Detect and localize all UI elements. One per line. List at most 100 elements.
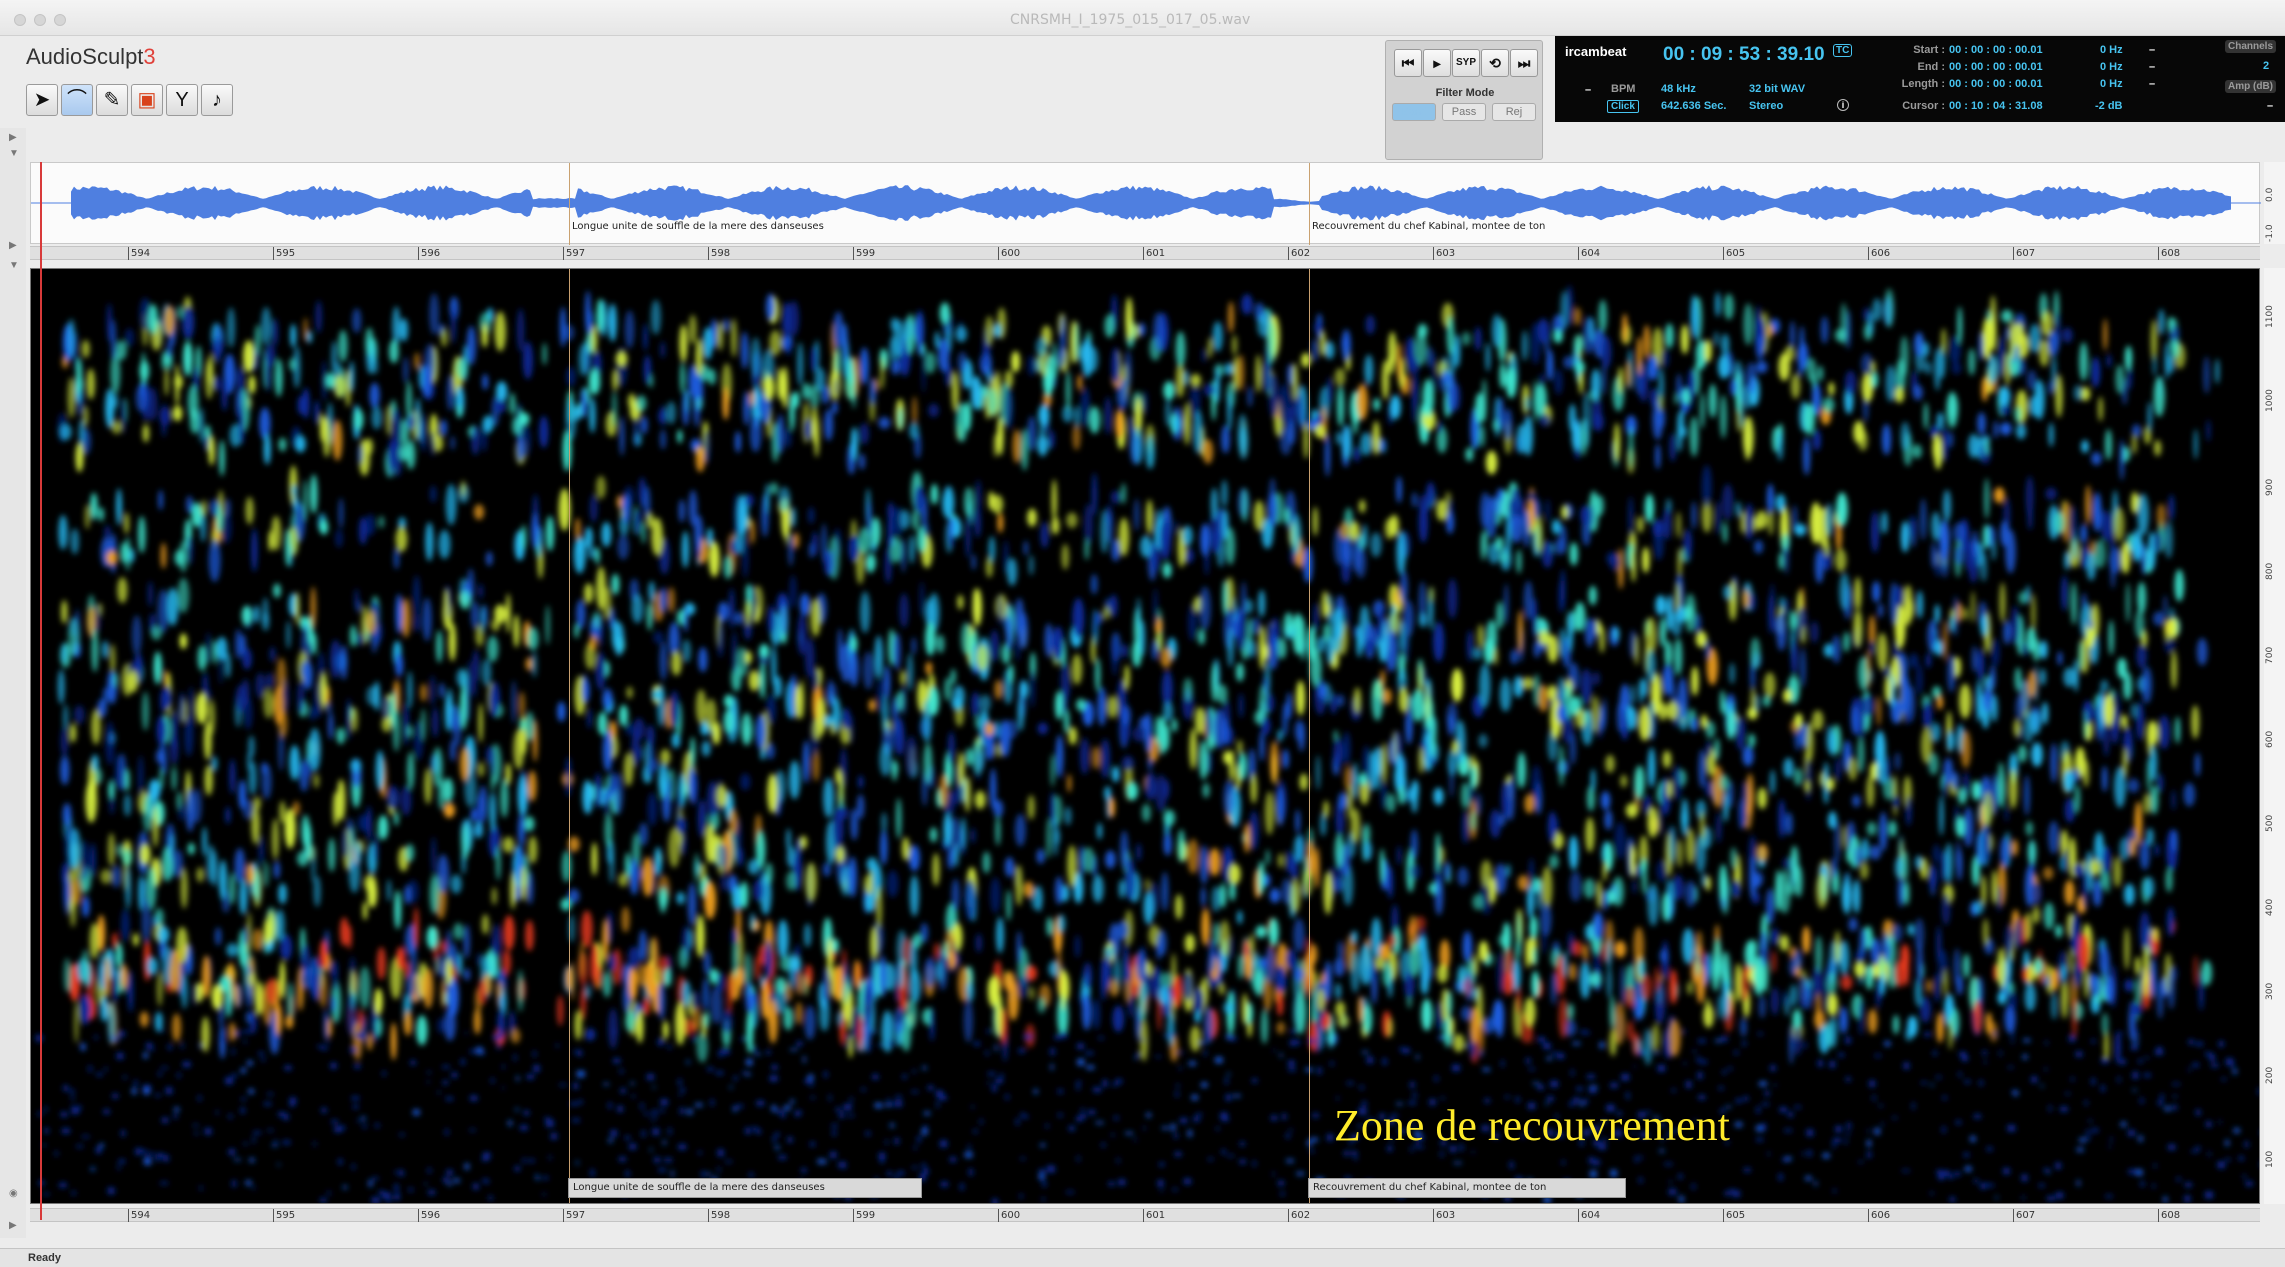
start-hz: 0 Hz [2100,44,2123,56]
minimize-window-button[interactable] [34,14,46,26]
timecode-badge[interactable]: TC [1833,44,1853,57]
ruler-tick: 608 [2158,247,2180,260]
filter-pass-button[interactable]: Pass [1442,103,1486,121]
length-label: Length : [1901,78,1945,90]
ruler-tick: 602 [1288,247,1310,260]
ruler-tick: 594 [128,1209,150,1222]
status-bar: Ready [0,1248,2285,1267]
amplitude-axis: 0.0 -1.0 [2264,162,2285,244]
tool-palette: ➤ ⌒ ✎ ▣ Y ♪ [26,84,233,118]
marker-line[interactable] [1309,269,1310,1203]
note-tool-button[interactable]: ♪ [201,84,233,116]
amp-tick-label: 0.0 [2265,187,2275,202]
pencil-tool-button[interactable]: ✎ [96,84,128,116]
freq-tick-label: 200 [2265,1066,2275,1084]
time-counter-display: ircambeat 00 : 09 : 53 : 39.10 TC – BPM … [1555,36,2285,122]
cursor-db: -2 dB [2095,100,2123,112]
amp-tick-label: -1.0 [2265,224,2275,242]
freq-tick-label: 100 [2265,1150,2275,1168]
freq-tick-label: 1000 [2265,389,2275,412]
expand-arrow-icon[interactable]: ▶ [9,132,17,143]
marker-tag-bottom[interactable]: Longue unite de souffle de la mere des d… [568,1178,922,1198]
info-icon[interactable]: i [1837,99,1849,111]
play-button[interactable]: ▸ [1423,49,1451,77]
ruler-tick: 607 [2013,1209,2035,1222]
collapse-arrow-icon[interactable]: ▼ [9,148,19,159]
marker-line[interactable] [569,163,570,245]
end-label: End : [1917,61,1946,73]
ruler-tick: 602 [1288,1209,1310,1222]
lasso-tool-button[interactable]: ⌒ [61,84,93,116]
ruler-tick: 604 [1578,1209,1600,1222]
spectrogram-image [35,285,2259,1203]
cursor-label: Cursor : [1902,100,1945,112]
length-hz: 0 Hz [2100,78,2123,90]
bpm-dash: – [1585,84,1592,96]
window-title: CNRSMH_I_1975_015_017_05.wav [1010,12,1251,28]
spectrogram-view[interactable] [30,268,2260,1204]
start-value: 00 : 00 : 00 : 00.01 [1949,44,2043,56]
spectral-energy [35,285,2259,1203]
loop-button[interactable]: ⟲ [1481,49,1509,77]
expand-arrow-icon[interactable]: ▶ [9,1220,17,1231]
ruler-tick: 605 [1723,1209,1745,1222]
click-button[interactable]: Click [1607,100,1639,113]
playback-cursor[interactable] [40,162,42,1220]
ruler-tick: 601 [1143,247,1165,260]
time-ruler-bottom[interactable]: 594 595 596 597 598 599 600 601 602 603 … [30,1208,2260,1222]
scroll-toggle-icon[interactable]: ◉ [9,1188,18,1199]
pointer-tool-button[interactable]: ➤ [26,84,58,116]
forward-button[interactable]: ⏭ [1510,49,1538,77]
length-dash: – [2149,78,2156,90]
collapse-arrow-icon[interactable]: ▼ [9,260,19,271]
start-label: Start : [1913,44,1945,56]
marker-label: Recouvrement du chef Kabinal, montee de … [1312,221,1546,232]
start-dash: – [2149,44,2156,56]
frequency-axis: 1100 1000 900 800 700 600 500 400 300 20… [2264,268,2285,1204]
time-ruler-top[interactable]: 594 595 596 597 598 599 600 601 602 603 … [30,246,2260,260]
amp-label: Amp (dB) [2225,80,2276,93]
filter-tool-button[interactable]: Y [166,84,198,116]
waveform-overview[interactable]: Longue unite de souffle de la mere des d… [30,162,2261,245]
freq-tick-label: 600 [2265,730,2275,748]
rewind-button[interactable]: ⏮ [1394,49,1422,77]
ruler-tick: 604 [1578,247,1600,260]
app-version: 3 [143,44,156,69]
overlap-zone-annotation: Zone de recouvrement [1334,1101,1730,1150]
ruler-tick: 601 [1143,1209,1165,1222]
ruler-tick: 599 [853,1209,875,1222]
filter-reject-button[interactable]: Rej [1492,103,1536,121]
ruler-tick: 607 [2013,247,2035,260]
box-select-tool-button[interactable]: ▣ [131,84,163,116]
marker-tag-bottom[interactable]: Recouvrement du chef Kabinal, montee de … [1308,1178,1626,1198]
expand-arrow-icon[interactable]: ▶ [9,240,17,251]
app-logo: AudioSculpt3 [26,44,156,70]
marker-line[interactable] [569,269,570,1203]
channels-label: Channels [2225,40,2277,53]
zoom-window-button[interactable] [54,14,66,26]
status-text: Ready [28,1252,62,1264]
ruler-tick: 598 [708,1209,730,1222]
filter-band-button[interactable]: Band [1392,103,1436,121]
freq-tick-label: 800 [2265,562,2275,580]
marker-line[interactable] [1309,163,1310,245]
syp-button[interactable]: SYP [1452,49,1480,77]
ruler-tick: 599 [853,247,875,260]
channel-mode: Stereo [1749,100,1784,112]
duration: 642.636 Sec. [1661,100,1727,112]
ruler-tick: 595 [273,1209,295,1222]
freq-tick-label: 300 [2265,982,2275,1000]
ruler-tick: 603 [1433,1209,1455,1222]
freq-tick-label: 400 [2265,898,2275,916]
main-time: 00 : 09 : 53 : 39.10 [1663,44,1825,65]
freq-tick-label: 700 [2265,646,2275,664]
bit-depth: 32 bit WAV [1749,83,1806,95]
marker-label: Longue unite de souffle de la mere des d… [572,221,824,232]
amp-dash: – [2267,100,2274,112]
close-window-button[interactable] [14,14,26,26]
left-gutter: ▶ ▼ ▶ ▼ ◉ ▶ [0,128,26,1238]
end-hz: 0 Hz [2100,61,2123,73]
ruler-tick: 597 [563,247,585,260]
freq-tick-label: 900 [2265,478,2275,496]
cursor-value: 00 : 10 : 04 : 31.08 [1949,100,2043,112]
